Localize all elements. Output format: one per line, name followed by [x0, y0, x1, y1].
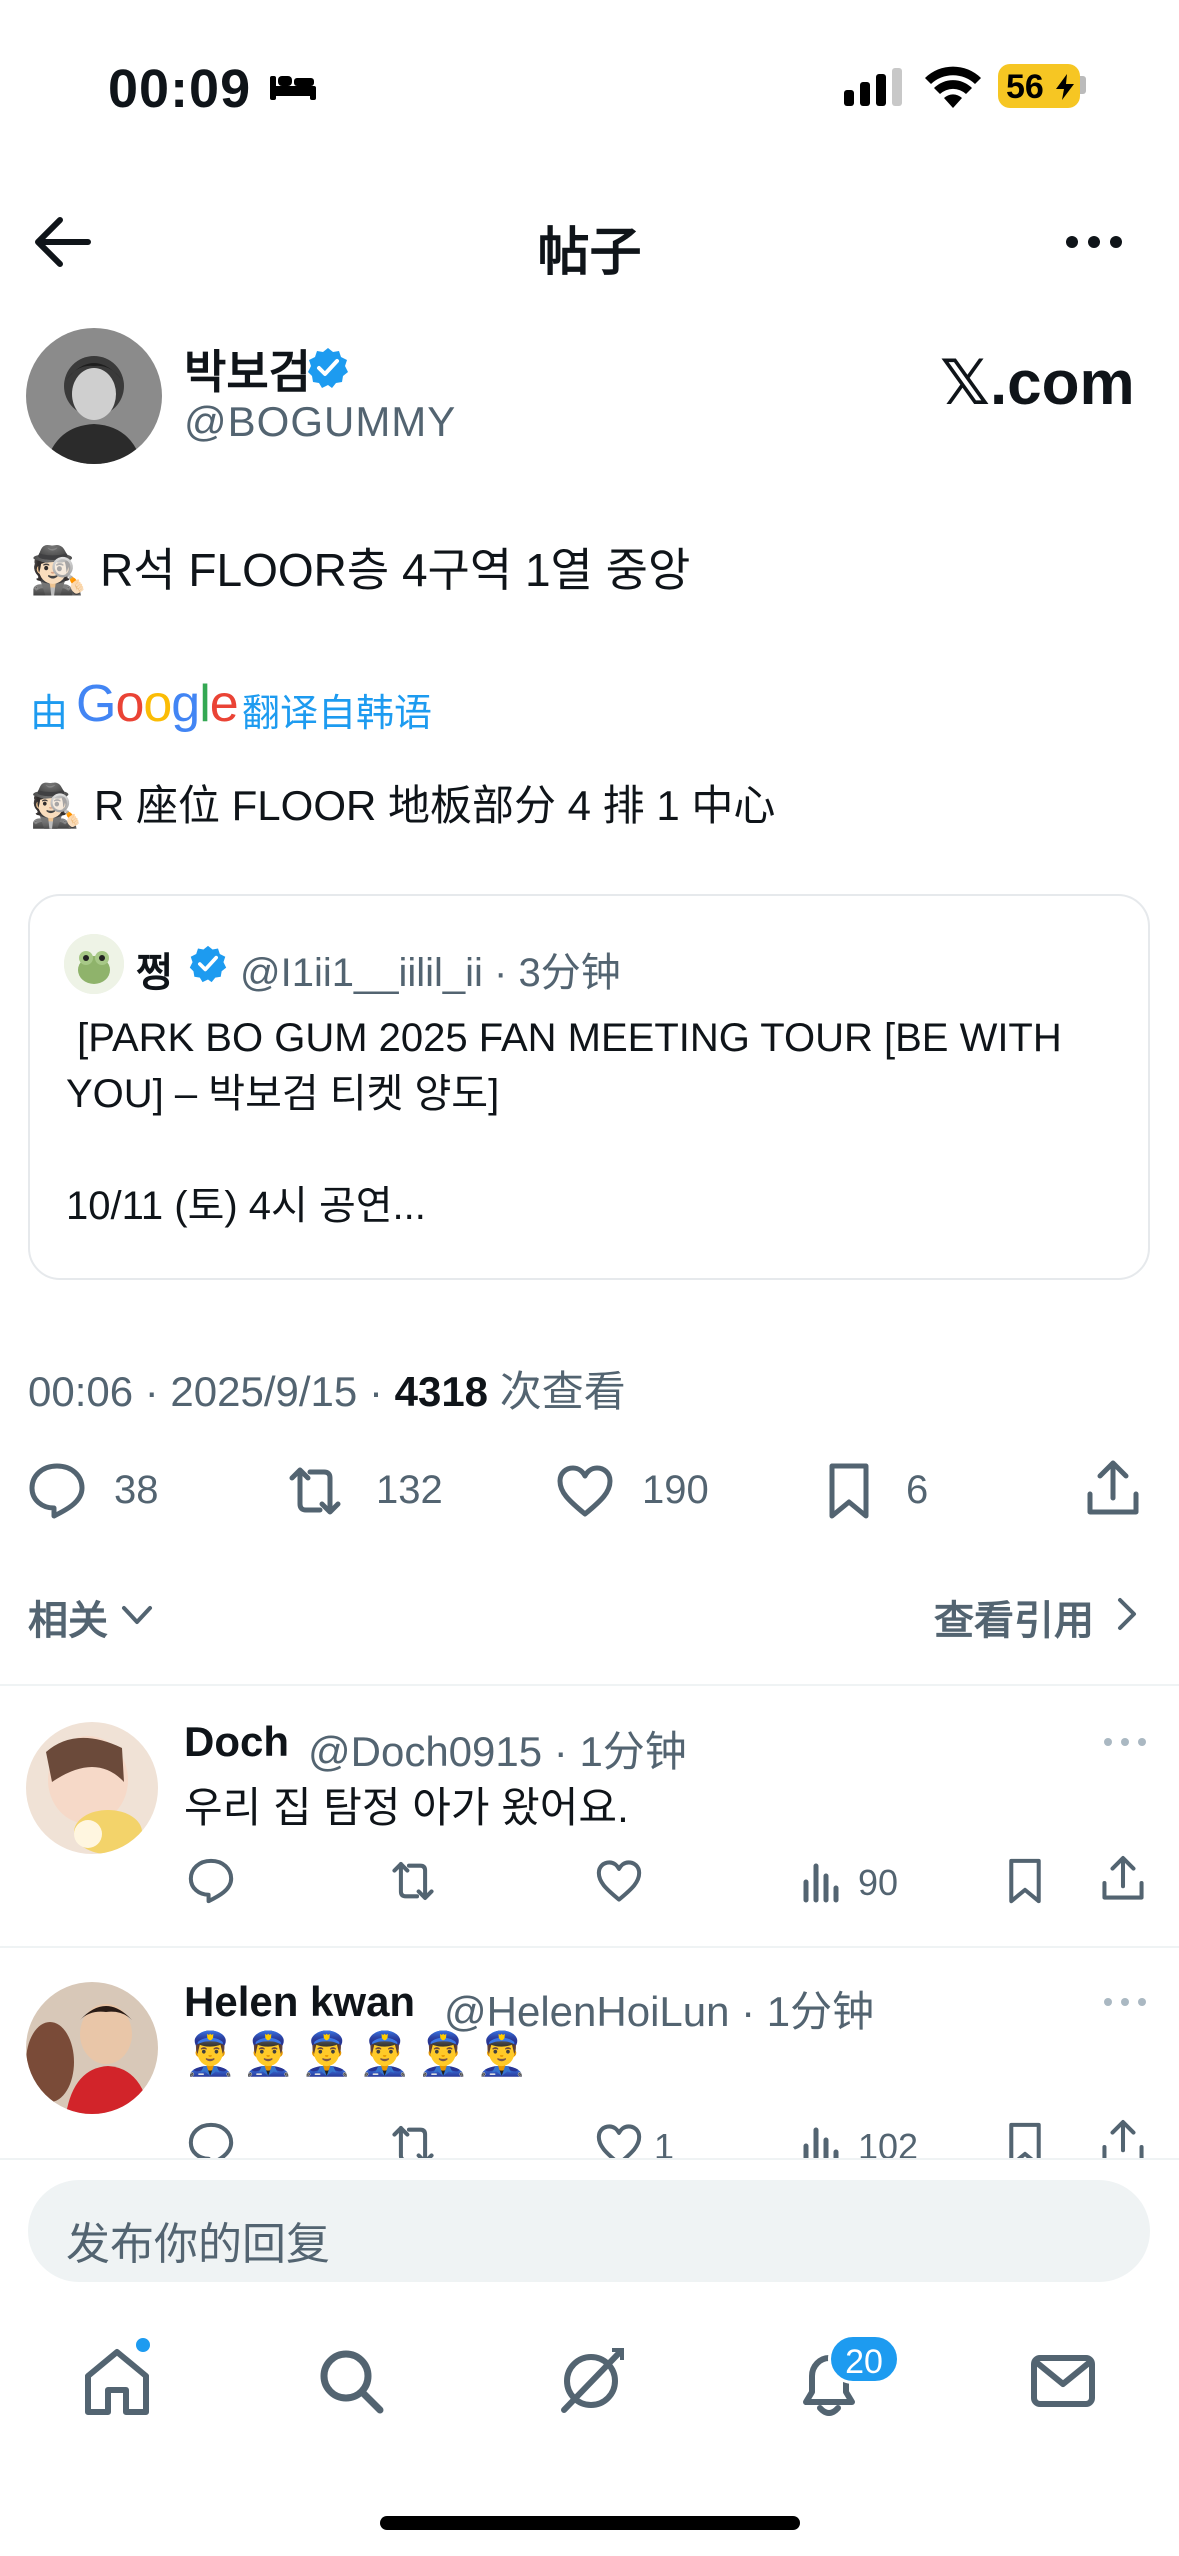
reply-count: 38 [114, 1468, 159, 1512]
views-label: 次查看 [488, 1368, 626, 1415]
quote-meta: @I1ii1__iilil_ii · 3分钟 [240, 951, 621, 995]
detective-emoji-translated: 🕵🏻 [30, 782, 83, 829]
quote-body: [PARK BO GUM 2025 FAN MEETING TOUR [BE W… [66, 1016, 1062, 1228]
search-icon[interactable] [312, 2342, 390, 2420]
views-chart-icon[interactable] [798, 2120, 848, 2158]
divider [0, 1684, 1179, 1686]
bookmark-icon[interactable] [1000, 1856, 1050, 1906]
wifi-icon [925, 66, 981, 108]
reply-views-count: 102 [858, 2126, 919, 2158]
retweet-icon[interactable] [388, 2120, 438, 2158]
reply-text: 👮‍♂️👮‍♂️👮‍♂️👮‍♂️👮‍♂️👮‍♂️ [184, 2030, 534, 2077]
view-quotes-link[interactable]: 查看引用 [934, 1588, 1094, 1646]
messages-envelope-icon[interactable] [1024, 2342, 1102, 2420]
share-icon[interactable] [1082, 1458, 1144, 1520]
quote-author-name: 쩡 [136, 951, 173, 995]
translate-prefix: 由 [30, 693, 69, 735]
reply-text: 우리 집 탐정 아가 왔어요. [184, 1784, 629, 1831]
like-heart-icon[interactable] [594, 2120, 644, 2158]
reply-avatar[interactable] [26, 1982, 158, 2114]
tweet-text-body: R석 FLOOR층 4구역 1열 중앙 [100, 544, 691, 596]
bookmark-icon[interactable] [1000, 2120, 1050, 2158]
tweet-text: 🕵🏻 R석 FLOOR층 4구역 1열 중앙 [30, 540, 690, 600]
reply-icon[interactable] [186, 1856, 236, 1906]
battery-cap [1080, 76, 1086, 94]
quote-verified-badge-icon [189, 945, 227, 983]
like-heart-icon[interactable] [554, 1460, 616, 1522]
page-title: 帖子 [537, 224, 642, 282]
detective-emoji: 🕵🏻 [30, 544, 88, 596]
reply-like-count: 1 [654, 2126, 675, 2158]
composer-placeholder: 发布你的回复 [66, 2220, 330, 2269]
retweet-count: 132 [376, 1468, 443, 1512]
timestamp-date: 00:06 · 2025/9/15 · [28, 1368, 395, 1415]
reply-meta: @Doch0915 · 1分钟 [308, 1728, 687, 1775]
like-heart-icon[interactable] [594, 1856, 644, 1906]
google-logo: Google [76, 675, 239, 733]
verified-badge-icon [308, 348, 348, 388]
bookmark-count: 6 [906, 1468, 929, 1512]
charging-bolt-icon [1056, 74, 1074, 100]
retweet-icon[interactable] [388, 1856, 438, 1906]
cellular-signal-icon [844, 68, 902, 106]
chevron-right-icon[interactable] [1112, 1594, 1142, 1634]
status-time: 00:09 [108, 59, 252, 119]
bookmark-icon[interactable] [818, 1460, 880, 1522]
x-com-watermark: 𝕏.com [940, 349, 1135, 418]
views-count: 4318 [394, 1368, 489, 1415]
reply-more-icon[interactable] [1102, 1732, 1148, 1752]
translated-text: 🕵🏻 R 座位 FLOOR 地板部分 4 排 1 中心 [30, 776, 775, 836]
share-icon[interactable] [1098, 2118, 1148, 2158]
like-count: 190 [642, 1468, 709, 1512]
chevron-down-icon[interactable] [118, 1596, 156, 1634]
divider [0, 1946, 1179, 1948]
reply-views-count: 90 [858, 1862, 899, 1903]
sleep-focus-icon [270, 76, 316, 100]
reply-author-name[interactable]: Helen kwan [184, 1978, 415, 2026]
battery-indicator: 56 [998, 64, 1080, 108]
more-options-icon[interactable] [1062, 222, 1126, 262]
author-name[interactable]: 박보검 [184, 336, 311, 402]
views-chart-icon[interactable] [798, 1856, 848, 1906]
related-label[interactable]: 相关 [28, 1588, 108, 1646]
back-arrow-icon[interactable] [30, 214, 94, 270]
quote-avatar[interactable] [64, 934, 124, 994]
translate-suffix-link[interactable]: 翻译自韩语 [242, 682, 432, 737]
home-indicator[interactable] [380, 2516, 800, 2530]
reply-author-name[interactable]: Doch [184, 1718, 289, 1766]
reply-icon[interactable] [26, 1460, 88, 1522]
reply-icon[interactable] [186, 2120, 236, 2158]
author-handle[interactable]: @BOGUMMY [184, 398, 456, 446]
notifications-badge: 20 [828, 2334, 900, 2384]
share-icon[interactable] [1098, 1854, 1148, 1904]
battery-level: 56 [1006, 68, 1044, 106]
reply-more-icon[interactable] [1102, 1992, 1148, 2012]
grok-icon[interactable] [552, 2342, 630, 2420]
home-notification-dot [134, 2336, 152, 2354]
translated-text-body: R 座位 FLOOR 地板部分 4 排 1 中心 [93, 782, 776, 829]
author-avatar[interactable] [26, 328, 162, 464]
post-timestamp: 00:06 · 2025/9/15 · 4318 次查看 [28, 1358, 626, 1419]
retweet-icon[interactable] [284, 1460, 346, 1522]
reply-actions-row: 1 102 [0, 2106, 1179, 2158]
reply-avatar[interactable] [26, 1722, 158, 1854]
